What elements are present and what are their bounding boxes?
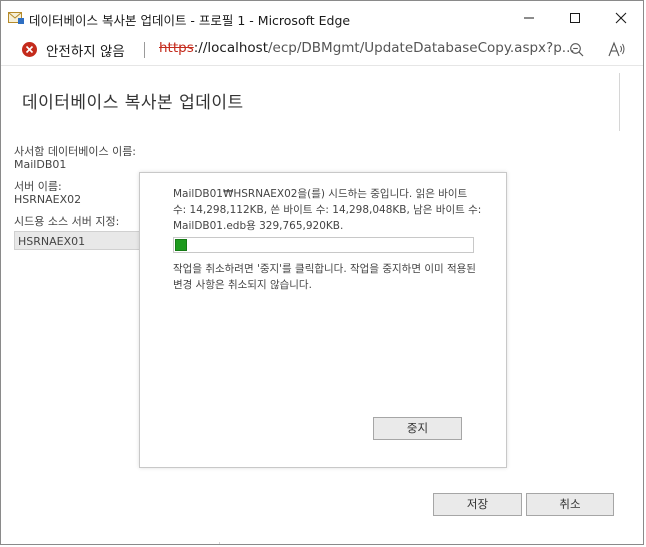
server-name-value: HSRNAEX02 <box>14 193 82 206</box>
minimize-icon <box>524 17 534 19</box>
address-bar[interactable]: 안전하지 않음 https://localhost/ecp/DBMgmt/Upd… <box>1 35 643 66</box>
close-window-button[interactable] <box>598 1 643 35</box>
minimize-button[interactable] <box>506 1 552 35</box>
progress-fill <box>175 239 187 251</box>
seeding-progress-bar <box>173 237 474 253</box>
title-bar: 데이터베이스 복사본 업데이트 - 프로필 1 - Microsoft Edge <box>1 1 643 35</box>
divider <box>619 73 620 131</box>
url-field[interactable]: https://localhost/ecp/DBMgmt/UpdateDatab… <box>159 40 575 56</box>
url-path: /ecp/DBMgmt/UpdateDatabaseCopy.aspx?p... <box>268 40 575 56</box>
url-scheme: https <box>159 40 194 56</box>
stop-instruction-note: 작업을 취소하려면 '중지'를 클릭합니다. 작업을 중지하면 이미 적용된 변… <box>173 263 476 291</box>
maximize-icon <box>570 13 580 23</box>
database-name-value: MailDB01 <box>14 158 67 171</box>
database-name-label: 사서함 데이터베이스 이름: <box>14 145 137 158</box>
divider-bottom <box>219 542 220 544</box>
server-name-label: 서버 이름: <box>14 180 62 193</box>
seed-source-server-select[interactable]: HSRNAEX01 <box>14 231 140 250</box>
cancel-button[interactable]: 취소 <box>526 493 614 516</box>
seeding-progress-dialog: MailDB01₩HSRNAEX02을(를) 시드하는 중입니다. 읽은 바이트… <box>139 172 507 468</box>
window-title: 데이터베이스 복사본 업데이트 - 프로필 1 - Microsoft Edge <box>29 13 351 28</box>
seeding-status-message: MailDB01₩HSRNAEX02을(를) 시드하는 중입니다. 읽은 바이트… <box>173 188 482 232</box>
security-status[interactable]: 안전하지 않음 <box>46 40 125 60</box>
url-host: ://localhost <box>193 40 268 56</box>
close-icon <box>615 12 627 24</box>
maximize-button[interactable] <box>552 1 598 35</box>
page-title: 데이터베이스 복사본 업데이트 <box>22 93 244 113</box>
not-secure-icon[interactable] <box>22 42 37 57</box>
exchange-envelope-icon <box>8 10 25 25</box>
stop-button[interactable]: 중지 <box>373 417 462 440</box>
address-separator <box>144 42 145 58</box>
browser-window: 데이터베이스 복사본 업데이트 - 프로필 1 - Microsoft Edge… <box>0 0 644 545</box>
read-aloud-icon[interactable] <box>608 41 626 62</box>
seed-source-label: 시드용 소스 서버 지정: <box>14 215 120 228</box>
zoom-out-icon[interactable] <box>569 42 585 62</box>
save-button[interactable]: 저장 <box>433 493 522 516</box>
